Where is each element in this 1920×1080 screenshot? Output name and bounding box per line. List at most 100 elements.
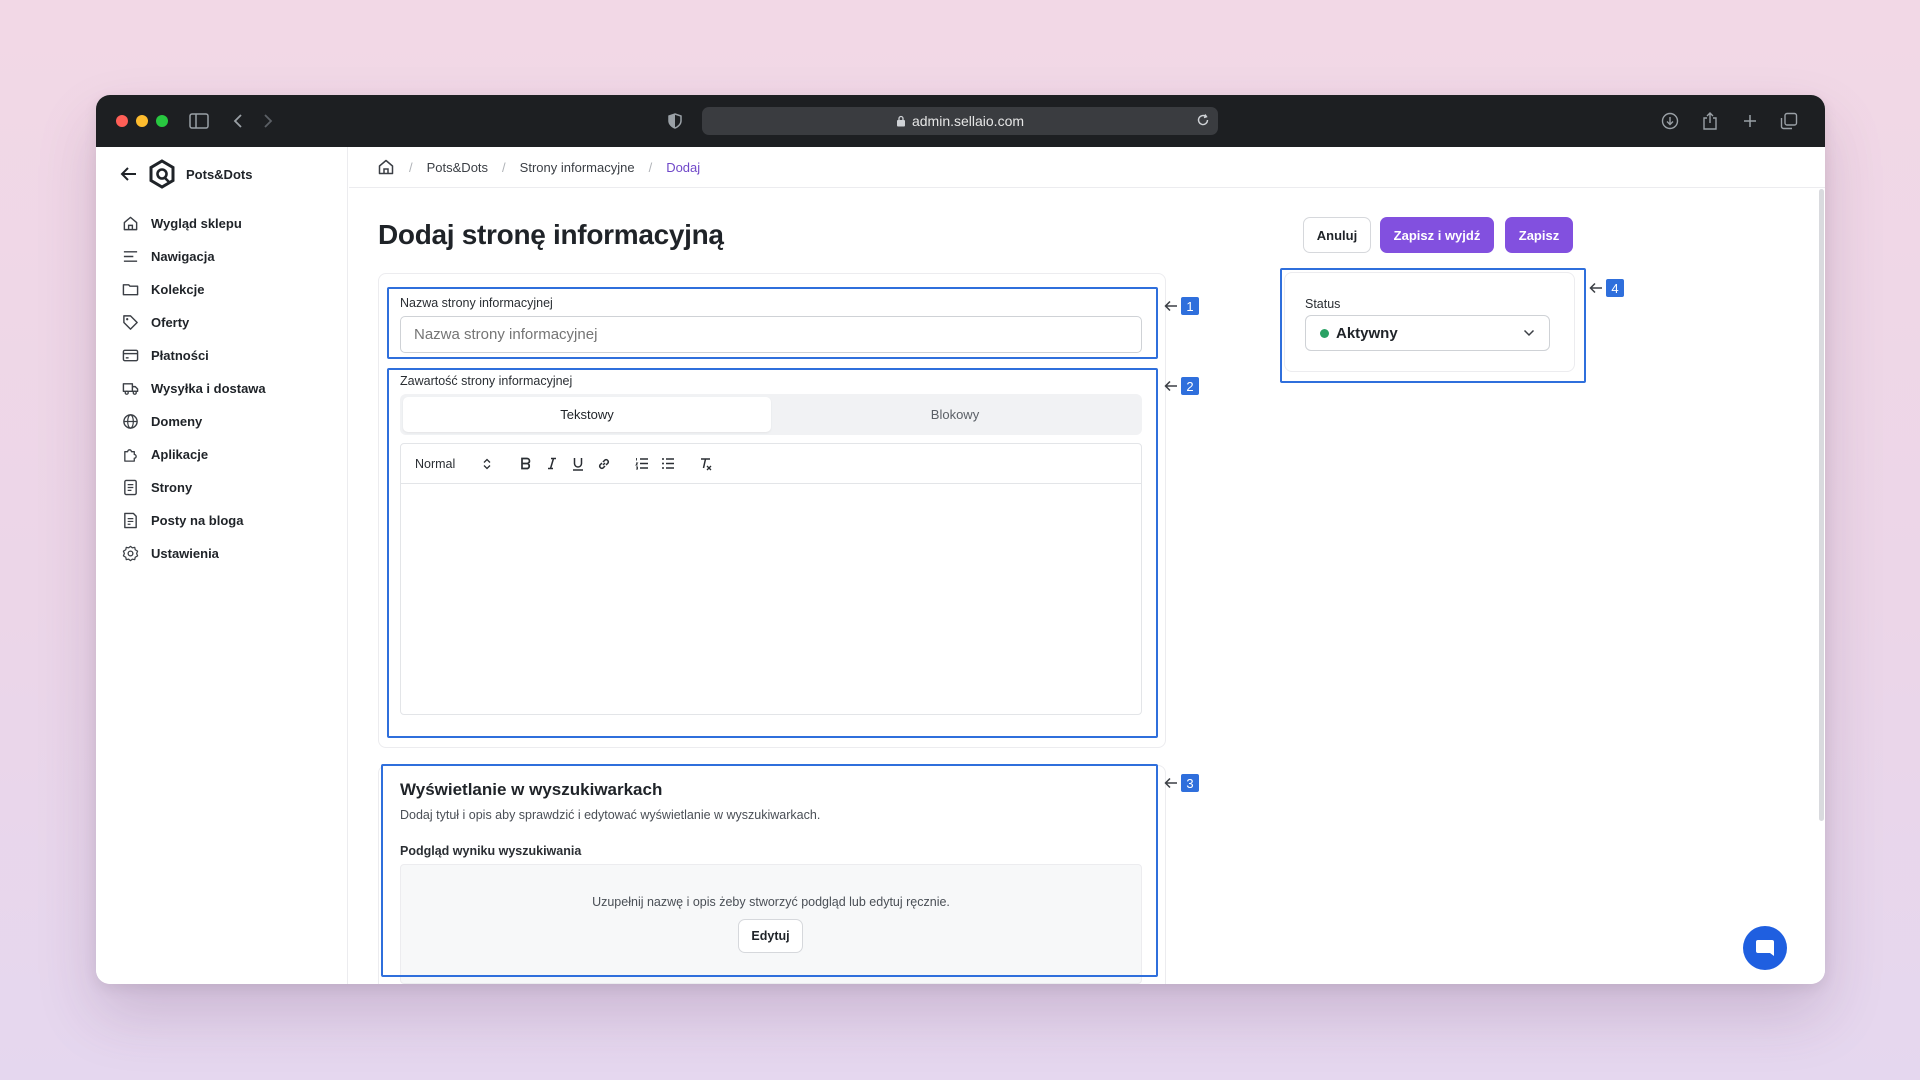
annotation-marker-3: 3 [1164, 774, 1199, 792]
annotation-marker-1: 1 [1164, 297, 1199, 315]
sidebar-item-nawigacja[interactable]: Nawigacja [122, 240, 266, 273]
sidebar-item-aplikacje[interactable]: Aplikacje [122, 438, 266, 471]
sidebar-item-wysylka[interactable]: Wysyłka i dostawa [122, 372, 266, 405]
tag-icon [123, 315, 138, 330]
chat-button[interactable] [1743, 926, 1787, 970]
italic-icon[interactable] [539, 452, 565, 476]
back-arrow-icon[interactable] [120, 166, 138, 182]
forward-nav-icon[interactable] [257, 111, 279, 131]
minimize-window-button[interactable] [136, 115, 148, 127]
editor-toolbar: Normal [401, 444, 1141, 484]
bold-icon[interactable] [513, 452, 539, 476]
seo-title: Wyświetlanie w wyszukiwarkach [400, 780, 663, 799]
home-breadcrumb-icon[interactable] [377, 158, 395, 176]
rich-text-editor: Normal [400, 443, 1142, 715]
sidebar-item-domeny[interactable]: Domeny [122, 405, 266, 438]
content-mode-tabs: Tekstowy Blokowy [400, 394, 1142, 435]
format-select-value: Normal [415, 456, 456, 471]
seo-description: Dodaj tytuł i opis aby sprawdzić i edyto… [400, 808, 821, 822]
chat-bubble-icon [1756, 940, 1774, 956]
download-icon[interactable] [1659, 111, 1681, 131]
globe-icon [123, 414, 138, 429]
status-value: Aktywny [1336, 324, 1398, 342]
truck-icon [122, 383, 139, 395]
format-select[interactable]: Normal [415, 457, 499, 471]
save-and-exit-button[interactable]: Zapisz i wyjdź [1380, 217, 1494, 253]
credit-card-icon [122, 349, 139, 362]
sidebar-item-ustawienia[interactable]: Ustawienia [122, 537, 266, 570]
page-name-input[interactable] [400, 316, 1142, 353]
annotation-marker-2: 2 [1164, 377, 1199, 395]
brand: Pots&Dots [120, 159, 252, 189]
back-nav-icon[interactable] [227, 111, 249, 131]
sidebar-item-label: Wygląd sklepu [151, 216, 242, 231]
status-select[interactable]: Aktywny [1305, 315, 1550, 351]
breadcrumb-separator: / [648, 159, 653, 175]
annotation-marker-4: 4 [1589, 279, 1624, 297]
seo-preview-box: Uzupełnij nazwę i opis żeby stworzyć pod… [400, 864, 1142, 984]
sidebar-item-label: Domeny [151, 414, 203, 429]
marker-number: 3 [1181, 774, 1199, 792]
sidebar-item-kolekcje[interactable]: Kolekcje [122, 273, 266, 306]
sidebar-item-label: Strony [151, 480, 193, 495]
sidebar-nav: Wygląd sklepu Nawigacja Kolekcje Oferty … [122, 207, 266, 570]
share-icon[interactable] [1699, 111, 1721, 131]
url-text: admin.sellaio.com [911, 113, 1025, 129]
gear-icon [122, 545, 139, 562]
breadcrumb-current: Dodaj [666, 159, 701, 175]
page-title: Dodaj stronę informacyjną [378, 219, 724, 250]
breadcrumb-link-store[interactable]: Pots&Dots [427, 160, 488, 175]
status-dot [1320, 328, 1329, 338]
link-icon[interactable] [591, 452, 617, 476]
sidebar-item-oferty[interactable]: Oferty [122, 306, 266, 339]
tabs-overview-icon[interactable] [1778, 111, 1800, 131]
sidebar-toggle-icon[interactable] [188, 111, 210, 131]
seo-preview-hint: Uzupełnij nazwę i opis żeby stworzyć pod… [592, 895, 950, 909]
sidebar-item-label: Nawigacja [151, 249, 215, 264]
shield-icon[interactable] [664, 111, 686, 131]
blog-icon [124, 512, 137, 529]
sidebar-item-wyglad-sklepu[interactable]: Wygląd sklepu [122, 207, 266, 240]
sidebar-item-strony[interactable]: Strony [122, 471, 266, 504]
underline-icon[interactable] [565, 452, 591, 476]
ordered-list-icon[interactable] [629, 452, 655, 476]
left-arrow-icon [1164, 300, 1177, 312]
new-tab-icon[interactable] [1739, 111, 1761, 131]
lock-icon [896, 115, 905, 127]
cancel-button[interactable]: Anuluj [1303, 217, 1371, 253]
marker-number: 4 [1606, 279, 1624, 297]
edit-seo-button[interactable]: Edytuj [738, 919, 803, 953]
sidebar-item-label: Ustawienia [151, 546, 219, 561]
sidebar-item-posty[interactable]: Posty na bloga [122, 504, 266, 537]
reload-icon[interactable] [1196, 113, 1210, 127]
status-card: Status Aktywny [1284, 272, 1575, 372]
sidebar-item-label: Oferty [151, 315, 190, 330]
page-icon [124, 479, 137, 496]
marker-number: 2 [1181, 377, 1199, 395]
breadcrumb: / Pots&Dots / Strony informacyjne / Doda… [349, 147, 1825, 188]
breadcrumb-link-info-pages[interactable]: Strony informacyjne [520, 160, 635, 175]
clear-format-icon[interactable] [693, 452, 719, 476]
menu-lines-icon [123, 251, 138, 262]
main-content: / Pots&Dots / Strony informacyjne / Doda… [349, 147, 1825, 984]
address-bar[interactable]: admin.sellaio.com [702, 107, 1218, 135]
maximize-window-button[interactable] [156, 115, 168, 127]
status-label: Status [1305, 297, 1341, 311]
bullet-list-icon[interactable] [655, 452, 681, 476]
save-button[interactable]: Zapisz [1505, 217, 1573, 253]
browser-titlebar: admin.sellaio.com [96, 95, 1825, 147]
tab-tekstowy[interactable]: Tekstowy [403, 397, 771, 432]
brand-logo-icon [149, 159, 175, 189]
sidebar-item-platnosci[interactable]: Płatności [122, 339, 266, 372]
brand-name: Pots&Dots [186, 166, 253, 182]
sidebar-item-label: Kolekcje [151, 282, 205, 297]
scrollbar[interactable] [1819, 189, 1824, 821]
name-field-label: Nazwa strony informacyjnej [400, 296, 553, 310]
tab-blokowy[interactable]: Blokowy [771, 397, 1139, 432]
editor-content-area[interactable] [401, 484, 1141, 714]
close-window-button[interactable] [116, 115, 128, 127]
left-arrow-icon [1589, 282, 1602, 294]
marker-number: 1 [1181, 297, 1199, 315]
folder-icon [122, 284, 139, 296]
seo-preview-label: Podgląd wyniku wyszukiwania [400, 844, 582, 858]
